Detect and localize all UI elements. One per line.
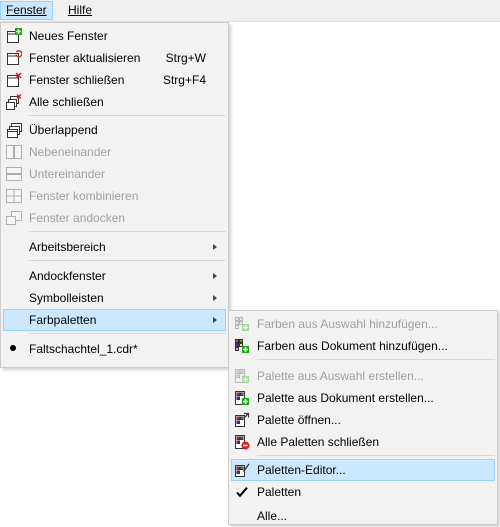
menu-item-palette-aus-dokument[interactable]: Palette aus Dokument erstellen...	[231, 387, 495, 409]
menu-item-alle-paletten-schliessen[interactable]: Alle Paletten schließen	[231, 431, 495, 453]
menu-separator	[29, 231, 226, 232]
menu-item-label: Paletten	[257, 485, 302, 499]
add-colors-from-document-icon	[235, 339, 249, 353]
menu-item-fenster-andocken[interactable]: Fenster andocken	[3, 207, 226, 229]
menu-item-label: Alle Paletten schließen	[257, 435, 380, 449]
checkmark-icon	[236, 487, 248, 498]
menu-item-neues-fenster[interactable]: Neues Fenster	[3, 25, 226, 47]
menu-item-palette-aus-auswahl[interactable]: Palette aus Auswahl erstellen...	[231, 365, 495, 387]
combine-windows-icon	[6, 189, 22, 203]
menu-item-label: Farben aus Dokument hinzufügen...	[257, 339, 448, 353]
menu-item-label: Farben aus Auswahl hinzufügen...	[257, 317, 438, 331]
menu-fenster-label: Fenster	[6, 3, 47, 17]
close-all-palettes-icon	[235, 435, 250, 450]
new-window-icon	[7, 28, 22, 43]
menu-item-arbeitsbereich[interactable]: Arbeitsbereich	[3, 236, 226, 258]
menu-item-paletten[interactable]: Paletten	[231, 481, 495, 503]
dock-window-icon	[6, 211, 22, 225]
menu-item-andockfenster[interactable]: Andockfenster	[3, 265, 226, 287]
menu-item-farben-aus-dokument[interactable]: Farben aus Dokument hinzufügen...	[231, 335, 495, 357]
menu-item-label: Neues Fenster	[29, 29, 108, 43]
submenu-arrow-icon	[213, 273, 217, 279]
menu-item-label: Andockfenster	[29, 269, 106, 283]
menu-bar: Fenster Hilfe	[0, 0, 500, 22]
menu-item-nebeneinander[interactable]: Nebeneinander	[3, 141, 226, 163]
submenu-arrow-icon	[213, 295, 217, 301]
cascade-windows-icon	[7, 123, 22, 138]
menu-item-alle-schliessen[interactable]: Alle schließen	[3, 91, 226, 113]
submenu-arrow-icon	[213, 244, 217, 250]
tile-vertical-icon	[6, 145, 22, 159]
open-palette-icon	[235, 412, 250, 427]
menu-item-fenster-kombinieren[interactable]: Fenster kombinieren	[3, 185, 226, 207]
menu-item-label: Palette öffnen...	[257, 413, 341, 427]
refresh-window-icon	[7, 50, 22, 65]
create-palette-from-document-icon	[235, 391, 249, 405]
menu-item-label: Fenster schließen	[29, 73, 125, 87]
menu-fenster[interactable]: Fenster	[0, 1, 53, 20]
menu-separator	[29, 333, 226, 334]
menu-item-ueberlappend[interactable]: Überlappend	[3, 119, 226, 141]
menu-item-label: Überlappend	[29, 123, 98, 137]
shortcut-text: Strg+F4	[162, 73, 206, 87]
menu-item-label: Farbpaletten	[29, 313, 97, 327]
close-window-icon	[7, 72, 22, 87]
menu-item-label: Fenster kombinieren	[29, 189, 139, 203]
active-document-bullet-icon	[10, 345, 16, 351]
menu-separator	[257, 359, 495, 360]
menu-item-label: Palette aus Auswahl erstellen...	[257, 369, 424, 383]
menu-hilfe[interactable]: Hilfe	[63, 1, 97, 20]
menu-separator	[257, 455, 495, 456]
menu-item-label: Faltschachtel_1.cdr*	[29, 342, 138, 356]
menu-item-partial[interactable]: Alle...	[231, 505, 495, 527]
menu-separator	[29, 115, 226, 116]
menu-item-label: Nebeneinander	[29, 145, 112, 159]
menu-item-label: Paletten-Editor...	[257, 463, 346, 477]
menu-item-palette-oeffnen[interactable]: Palette öffnen...	[231, 409, 495, 431]
menu-item-label: Arbeitsbereich	[29, 240, 106, 254]
menu-item-document[interactable]: Faltschachtel_1.cdr*	[3, 338, 226, 360]
add-colors-from-selection-icon	[235, 317, 249, 331]
menu-item-label: Symbolleisten	[29, 291, 104, 305]
menu-item-symbolleisten[interactable]: Symbolleisten	[3, 287, 226, 309]
menu-item-paletten-editor[interactable]: Paletten-Editor...	[231, 459, 495, 481]
menu-item-fenster-aktualisieren[interactable]: Fenster aktualisieren Strg+W	[3, 47, 226, 69]
menu-item-farben-aus-auswahl[interactable]: Farben aus Auswahl hinzufügen...	[231, 313, 495, 335]
menu-item-fenster-schliessen[interactable]: Fenster schließen Strg+F4	[3, 69, 226, 91]
menu-item-label: Fenster andocken	[29, 211, 126, 225]
farbpaletten-submenu: Farben aus Auswahl hinzufügen... Farben …	[228, 310, 498, 525]
menu-hilfe-label: Hilfe	[68, 3, 93, 17]
fenster-menu: Neues Fenster Fenster aktualisieren Strg…	[0, 22, 229, 368]
shortcut-text: Strg+W	[165, 51, 206, 65]
menu-item-untereinander[interactable]: Untereinander	[3, 163, 226, 185]
close-all-windows-icon	[6, 94, 22, 110]
submenu-arrow-icon	[213, 317, 217, 323]
tile-horizontal-icon	[6, 167, 22, 181]
menu-separator	[29, 260, 226, 261]
menu-item-label: Alle...	[257, 509, 288, 523]
menu-item-label: Fenster aktualisieren	[29, 51, 141, 65]
palette-editor-icon	[235, 463, 250, 477]
menu-item-farbpaletten[interactable]: Farbpaletten	[3, 309, 226, 331]
menu-item-label: Alle schließen	[29, 95, 104, 109]
menu-item-label: Palette aus Dokument erstellen...	[257, 391, 434, 405]
create-palette-from-selection-icon	[235, 369, 249, 383]
menu-item-label: Untereinander	[29, 167, 106, 181]
